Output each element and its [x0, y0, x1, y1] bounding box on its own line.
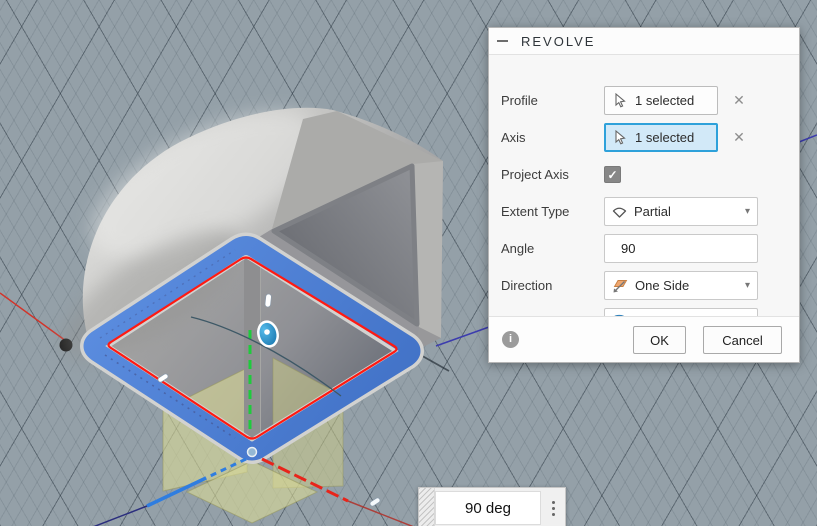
- extent-type-value: Partial: [634, 204, 671, 219]
- fusion-viewport: REVOLVE Profile 1 selected ✕ Axis 1 sele…: [0, 0, 817, 526]
- chevron-down-icon[interactable]: ▾: [745, 281, 750, 291]
- axis-select-button[interactable]: 1 selected: [604, 123, 718, 152]
- angle-widget: 90 deg: [418, 487, 566, 526]
- cancel-button[interactable]: Cancel: [703, 326, 782, 354]
- row-axis: Axis 1 selected ✕: [501, 123, 787, 152]
- ok-button[interactable]: OK: [633, 326, 686, 354]
- cursor-select-icon: [614, 93, 628, 108]
- row-direction: Direction One Side ▾: [501, 271, 787, 300]
- direction-label: Direction: [501, 278, 604, 293]
- profile-count: 1 selected: [635, 93, 694, 108]
- dialog-footer: i OK Cancel: [489, 316, 799, 362]
- extent-type-label: Extent Type: [501, 204, 604, 219]
- x-axis-thin-red[interactable]: [348, 501, 414, 526]
- kebab-vertical-icon[interactable]: [541, 488, 565, 526]
- project-axis-checkbox[interactable]: ✓: [604, 166, 621, 183]
- axis-clear-icon[interactable]: ✕: [728, 129, 750, 146]
- row-profile: Profile 1 selected ✕: [501, 86, 787, 115]
- profile-label: Profile: [501, 93, 604, 108]
- project-axis-label: Project Axis: [501, 167, 604, 182]
- axis-label: Axis: [501, 130, 604, 145]
- y-axis-positive-blue-far[interactable]: [799, 135, 817, 142]
- inner-wall-post: [244, 249, 261, 452]
- profile-clear-icon[interactable]: ✕: [728, 92, 750, 109]
- info-icon[interactable]: i: [502, 331, 519, 348]
- cursor-select-icon: [614, 130, 628, 145]
- extent-type-dropdown[interactable]: Partial ▾: [604, 197, 758, 226]
- dialog-title: REVOLVE: [521, 34, 595, 49]
- angle-input[interactable]: 90: [604, 234, 758, 263]
- x-axis-line-far[interactable]: [0, 293, 66, 341]
- row-angle: Angle 90: [501, 234, 787, 263]
- y-axis-positive-blue[interactable]: [436, 327, 489, 346]
- one-side-direction-icon: [612, 278, 628, 294]
- profile-select-button[interactable]: 1 selected: [604, 86, 718, 115]
- chevron-down-icon[interactable]: ▾: [745, 207, 750, 217]
- revolve-dialog: REVOLVE Profile 1 selected ✕ Axis 1 sele…: [488, 27, 800, 363]
- y-axis-thin-navy[interactable]: [80, 506, 147, 526]
- axis-count: 1 selected: [635, 130, 694, 145]
- manipulator-tick[interactable]: [265, 294, 272, 308]
- dialog-header[interactable]: REVOLVE: [489, 28, 799, 55]
- direction-dropdown[interactable]: One Side ▾: [604, 271, 758, 300]
- rotation-handle-dot: [264, 329, 270, 335]
- partial-extent-icon: [612, 205, 627, 219]
- direction-value: One Side: [635, 278, 689, 293]
- origin-ball[interactable]: [248, 448, 257, 457]
- collapse-icon[interactable]: [497, 40, 508, 42]
- angle-label: Angle: [501, 241, 604, 256]
- row-project-axis: Project Axis ✓: [501, 160, 787, 189]
- edge-grip-right[interactable]: [369, 497, 381, 507]
- row-extent-type: Extent Type Partial ▾: [501, 197, 787, 226]
- angle-value-input[interactable]: 90 deg: [435, 491, 541, 525]
- drag-handle[interactable]: [419, 488, 435, 526]
